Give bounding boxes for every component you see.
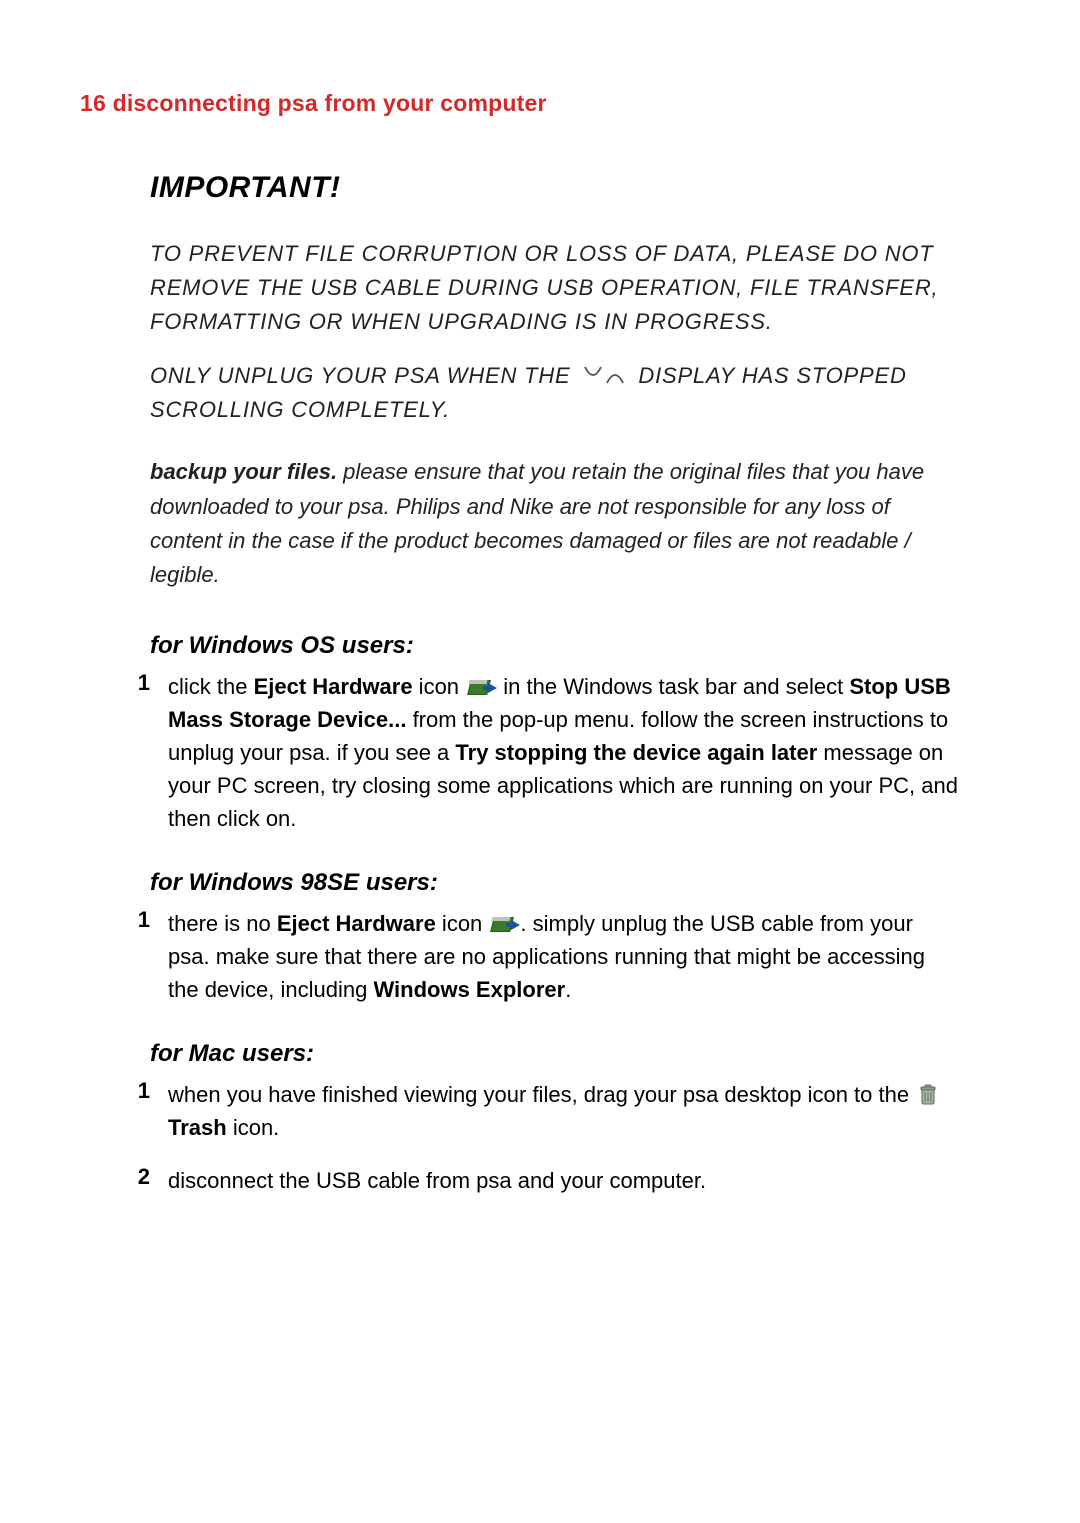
trash-icon <box>919 1082 937 1104</box>
important-heading: IMPORTANT! <box>150 171 960 205</box>
windows-98se-steps: 1 there is no Eject Hardware icon . simp… <box>150 907 960 1006</box>
step-number: 1 <box>110 670 168 696</box>
step-number: 2 <box>110 1164 168 1190</box>
step-body: when you have finished viewing your file… <box>168 1078 960 1144</box>
step-body: there is no Eject Hardware icon . simply… <box>168 907 960 1006</box>
list-item: 1 there is no Eject Hardware icon . simp… <box>150 907 960 1006</box>
windows-98se-heading: for Windows 98SE users: <box>150 869 960 897</box>
windows-os-steps: 1 click the Eject Hardware icon in the W… <box>150 670 960 835</box>
eject-hardware-icon <box>490 914 518 934</box>
important-p2-a: ONLY UNPLUG YOUR PSA WHEN THE <box>150 363 571 388</box>
eject-hardware-icon <box>467 677 495 697</box>
page-header: 16 disconnecting psa from your computer <box>80 90 1000 117</box>
list-item: 2 disconnect the USB cable from psa and … <box>150 1164 960 1197</box>
list-item: 1 click the Eject Hardware icon in the W… <box>150 670 960 835</box>
page-number: 16 <box>80 90 106 116</box>
backup-strong: backup your files. <box>150 459 337 484</box>
important-paragraph-2: ONLY UNPLUG YOUR PSA WHEN THE DISPLAY HA… <box>150 359 960 427</box>
backup-paragraph: backup your files. please ensure that yo… <box>150 455 960 591</box>
scan-arcs-icon <box>581 363 627 387</box>
step-number: 1 <box>110 907 168 933</box>
windows-os-heading: for Windows OS users: <box>150 632 960 660</box>
mac-heading: for Mac users: <box>150 1040 960 1068</box>
important-paragraph-1: TO PREVENT FILE CORRUPTION OR LOSS OF DA… <box>150 237 960 339</box>
step-body: disconnect the USB cable from psa and yo… <box>168 1164 960 1197</box>
step-body: click the Eject Hardware icon in the Win… <box>168 670 960 835</box>
list-item: 1 when you have finished viewing your fi… <box>150 1078 960 1144</box>
page-title: disconnecting psa from your computer <box>113 90 547 116</box>
step-number: 1 <box>110 1078 168 1104</box>
mac-steps: 1 when you have finished viewing your fi… <box>150 1078 960 1197</box>
